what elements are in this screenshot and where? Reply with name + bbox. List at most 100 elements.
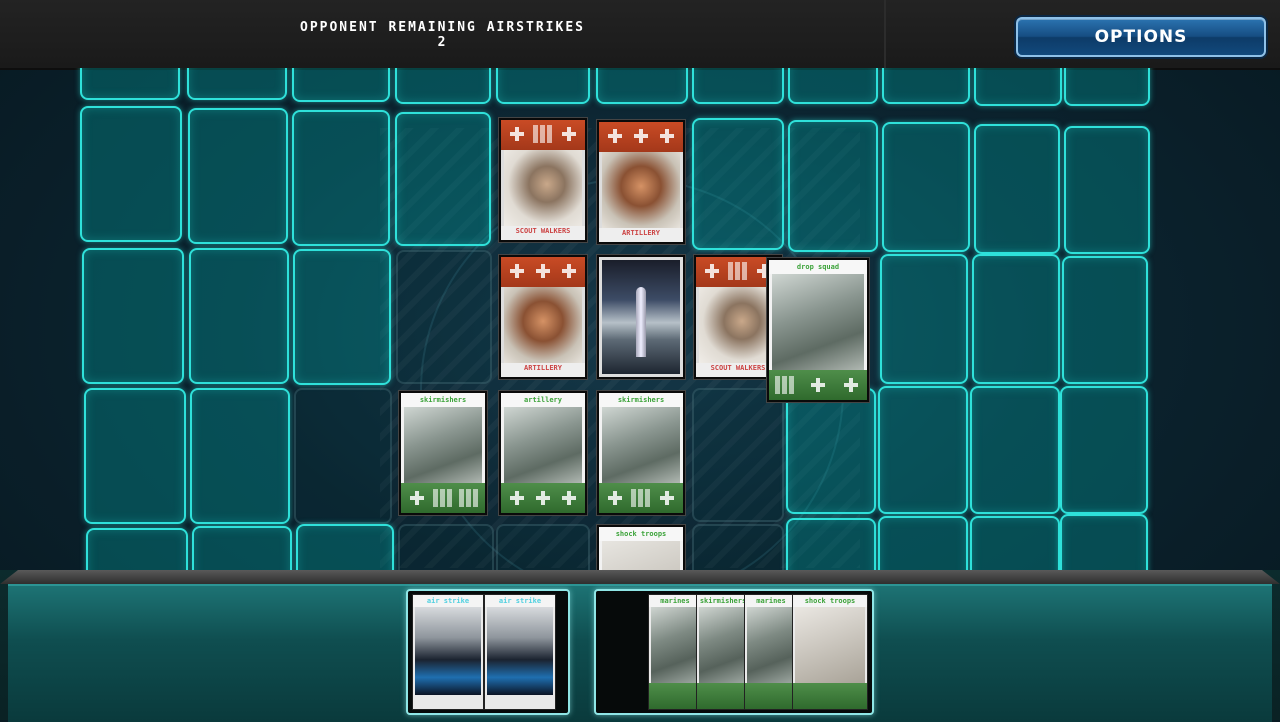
- board-slot[interactable]: [292, 110, 390, 246]
- board-slot[interactable]: [786, 388, 876, 514]
- opponent-airstrikes-counter: OPPONENT REMAINING AIRSTRIKES 2: [290, 20, 595, 50]
- card-title: ARTILLERY: [501, 393, 585, 407]
- board-slot[interactable]: [80, 68, 180, 100]
- top-bar: OPPONENT REMAINING AIRSTRIKES 2 OPTIONS: [0, 0, 1280, 70]
- skirmisher-art: [602, 407, 680, 483]
- ally-card-drop-squad[interactable]: DROP SQUAD: [767, 258, 869, 402]
- ally-card-skirmishers[interactable]: SKIRMISHERS: [399, 391, 487, 515]
- hand-card-shock-troops[interactable]: SHOCK TROOPS: [792, 594, 868, 710]
- card-title: AIR STRIKE: [413, 595, 483, 607]
- game-board: SCOUT WALKERS ARTILLERY ARTILLERY SCOUT …: [0, 68, 1280, 570]
- hand-card-marines[interactable]: MARINES: [648, 594, 702, 710]
- airstrikes-count: 2: [437, 35, 448, 50]
- walker-mech-art: [699, 287, 777, 363]
- board-slot[interactable]: [596, 68, 688, 104]
- artillery-cannon-art: [504, 407, 582, 483]
- card-title: DROP SQUAD: [769, 260, 867, 274]
- card-title: SHOCK TROOPS: [599, 527, 683, 541]
- board-slot[interactable]: [188, 108, 288, 244]
- board-slot[interactable]: [1064, 68, 1150, 106]
- board-slot-empty[interactable]: [692, 388, 784, 522]
- hand-card-air-strike[interactable]: AIR STRIKE: [412, 594, 484, 710]
- card-title: MARINES: [649, 595, 701, 607]
- enemy-card-artillery[interactable]: ARTILLERY: [597, 120, 685, 244]
- board-slot[interactable]: [788, 120, 878, 252]
- board-slot[interactable]: [878, 516, 968, 570]
- hand-panel-rim: [0, 570, 1280, 584]
- board-slot[interactable]: [970, 386, 1060, 514]
- board-slot-empty[interactable]: [496, 524, 590, 570]
- board-slot[interactable]: [692, 68, 784, 104]
- board-slot-empty[interactable]: [398, 524, 494, 570]
- board-slot[interactable]: [190, 388, 290, 524]
- board-slot[interactable]: [974, 68, 1062, 106]
- hand-card-air-strike[interactable]: AIR STRIKE: [484, 594, 556, 710]
- enemy-card-artillery[interactable]: ARTILLERY: [499, 255, 587, 379]
- board-slot[interactable]: [974, 124, 1060, 254]
- ally-card-shock-troops[interactable]: SHOCK TROOPS: [597, 525, 685, 570]
- drop-squad-art: [772, 274, 864, 370]
- board-slot[interactable]: [296, 524, 394, 570]
- marines-art: [651, 607, 699, 683]
- card-title: SKIRMISHERS: [697, 595, 749, 607]
- airstrikes-title: OPPONENT REMAINING AIRSTRIKES: [300, 20, 585, 35]
- base-card-rocket[interactable]: [597, 255, 685, 379]
- board-slot[interactable]: [788, 68, 878, 104]
- board-slot[interactable]: [395, 112, 491, 246]
- card-title: SCOUT WALKERS: [515, 227, 571, 235]
- options-button[interactable]: OPTIONS: [1016, 17, 1266, 57]
- shock-troops-art: [795, 607, 865, 683]
- air-strike-art: [415, 607, 481, 695]
- hand-card-marines[interactable]: MARINES: [744, 594, 798, 710]
- board-slot[interactable]: [86, 528, 188, 570]
- board-slot[interactable]: [82, 248, 184, 384]
- board-slot[interactable]: [970, 516, 1060, 570]
- card-title: SKIRMISHERS: [599, 393, 683, 407]
- airstrike-hand: AIR STRIKE AIR STRIKE: [406, 589, 570, 715]
- board-slot[interactable]: [972, 254, 1060, 384]
- board-slot[interactable]: [395, 68, 491, 104]
- board-slot-empty[interactable]: [396, 250, 492, 384]
- board-slot[interactable]: [882, 122, 970, 252]
- board-slot[interactable]: [878, 386, 968, 514]
- skirmisher-art: [404, 407, 482, 483]
- board-slot[interactable]: [882, 68, 970, 104]
- card-title: ARTILLERY: [622, 229, 660, 237]
- board-slot[interactable]: [80, 106, 182, 242]
- board-slot[interactable]: [786, 518, 876, 570]
- rocket-icon: [636, 287, 646, 357]
- board-slot[interactable]: [189, 248, 289, 384]
- card-title: MARINES: [745, 595, 797, 607]
- board-slot[interactable]: [880, 254, 968, 384]
- enemy-card-scout-walkers[interactable]: SCOUT WALKERS: [499, 118, 587, 242]
- skirmisher-art: [699, 607, 747, 683]
- board-slot[interactable]: [1060, 386, 1148, 514]
- board-slot[interactable]: [187, 68, 287, 100]
- board-slot[interactable]: [1064, 126, 1150, 254]
- board-slot[interactable]: [692, 118, 784, 250]
- ally-card-artillery[interactable]: ARTILLERY: [499, 391, 587, 515]
- board-slot-empty[interactable]: [294, 388, 392, 524]
- board-slot[interactable]: [293, 249, 391, 385]
- divider: [884, 0, 886, 68]
- unit-hand: MARINES SKIRMISHERS MARINES SHOCK TROOPS: [594, 589, 874, 715]
- card-title: ARTILLERY: [524, 364, 562, 372]
- board-slot-empty[interactable]: [692, 524, 784, 570]
- shock-troops-art: [602, 541, 680, 570]
- air-strike-art: [487, 607, 553, 695]
- board-slot[interactable]: [1060, 514, 1148, 570]
- hand-card-skirmishers[interactable]: SKIRMISHERS: [696, 594, 750, 710]
- marines-art: [747, 607, 795, 683]
- heavy-mech-art: [602, 152, 680, 228]
- card-title: SKIRMISHERS: [401, 393, 485, 407]
- ally-card-skirmishers[interactable]: SKIRMISHERS: [597, 391, 685, 515]
- board-slot[interactable]: [84, 388, 186, 524]
- board-slot[interactable]: [496, 68, 590, 104]
- walker-mech-art: [504, 150, 582, 226]
- card-title: AIR STRIKE: [485, 595, 555, 607]
- heavy-mech-art: [504, 287, 582, 363]
- card-title: SHOCK TROOPS: [793, 595, 867, 607]
- board-slot[interactable]: [192, 526, 292, 570]
- board-slot[interactable]: [1062, 256, 1148, 384]
- board-slot[interactable]: [292, 68, 390, 102]
